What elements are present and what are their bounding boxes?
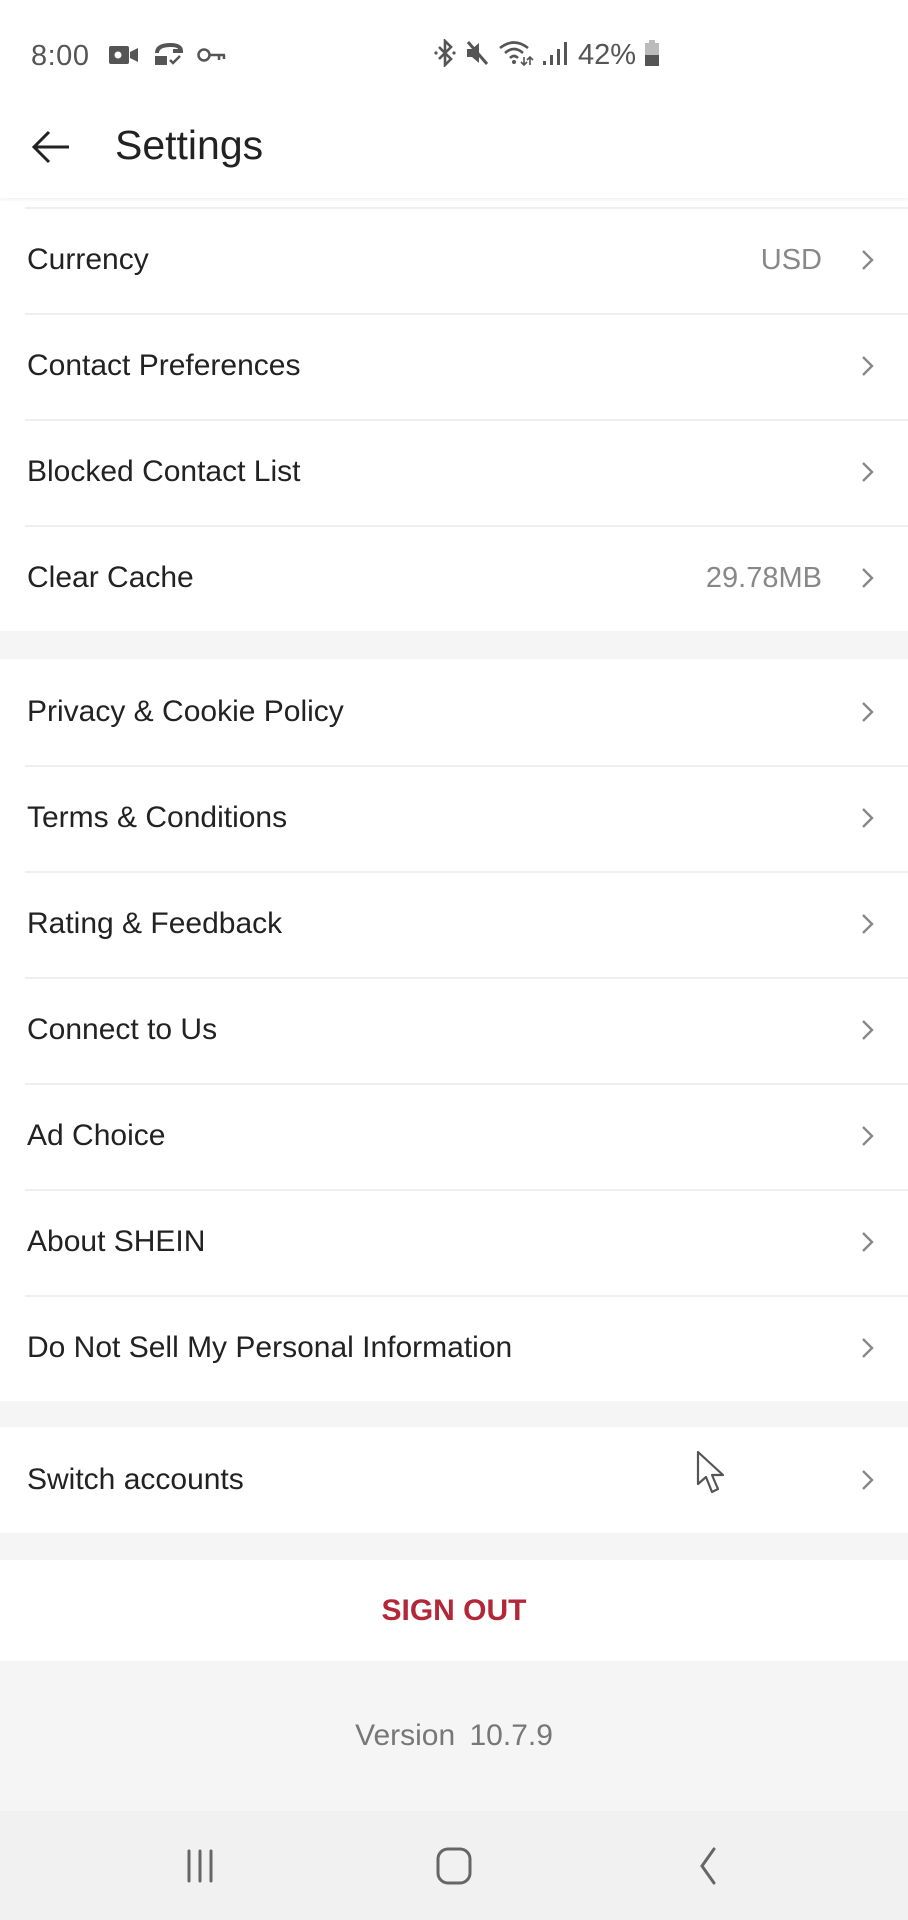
sign-out-label: SIGN OUT	[381, 1593, 527, 1627]
settings-row-about-shein[interactable]: About SHEIN	[0, 1189, 908, 1295]
settings-list: Currency USD Contact Preferences Blocked…	[0, 207, 908, 1811]
settings-row-privacy-cookie-policy[interactable]: Privacy & Cookie Policy	[0, 659, 908, 765]
divider	[25, 871, 908, 873]
settings-row-contact-preferences[interactable]: Contact Preferences	[0, 313, 908, 419]
row-label: About SHEIN	[27, 1225, 206, 1258]
divider	[25, 313, 908, 315]
section-info: Privacy & Cookie Policy Terms & Conditio…	[0, 659, 908, 1401]
sync-check-icon	[153, 43, 185, 66]
row-label: Clear Cache	[27, 561, 194, 594]
divider	[25, 977, 908, 979]
chevron-right-icon	[858, 911, 878, 937]
divider	[25, 1189, 908, 1191]
version-area: Version 10.7.9	[0, 1661, 908, 1811]
status-time: 8:00	[31, 40, 90, 72]
recent-apps-icon	[187, 1849, 213, 1883]
chevron-right-icon	[858, 1229, 878, 1255]
system-back-button[interactable]	[678, 1841, 738, 1891]
back-button[interactable]	[28, 127, 74, 167]
chevron-right-icon	[858, 1017, 878, 1043]
row-label: Terms & Conditions	[27, 801, 288, 834]
home-icon	[436, 1847, 472, 1885]
settings-row-clear-cache[interactable]: Clear Cache 29.78MB	[0, 525, 908, 631]
bluetooth-icon	[434, 37, 456, 72]
chevron-right-icon	[858, 459, 878, 485]
app-toolbar: Settings	[0, 95, 908, 198]
cache-size-value: 29.78MB	[705, 561, 822, 594]
currency-value: USD	[760, 243, 822, 276]
divider	[25, 525, 908, 527]
divider	[25, 419, 908, 421]
signal-icon	[542, 39, 570, 72]
system-nav-bar	[0, 1811, 908, 1920]
settings-row-ad-choice[interactable]: Ad Choice	[0, 1083, 908, 1189]
row-label: Privacy & Cookie Policy	[27, 695, 344, 728]
settings-row-connect-to-us[interactable]: Connect to Us	[0, 977, 908, 1083]
settings-row-switch-accounts[interactable]: Switch accounts	[0, 1427, 908, 1533]
sign-out-button[interactable]: SIGN OUT	[0, 1560, 908, 1661]
chevron-right-icon	[858, 699, 878, 725]
page-title: Settings	[115, 122, 264, 168]
row-label: Rating & Feedback	[27, 907, 283, 940]
key-icon	[197, 44, 227, 66]
settings-row-terms-conditions[interactable]: Terms & Conditions	[0, 765, 908, 871]
back-icon	[700, 1847, 716, 1885]
chevron-right-icon	[858, 1123, 878, 1149]
row-label: Ad Choice	[27, 1119, 166, 1152]
section-separator	[0, 1533, 908, 1560]
settings-row-blocked-contact-list[interactable]: Blocked Contact List	[0, 419, 908, 525]
row-label: Connect to Us	[27, 1013, 218, 1046]
chevron-right-icon	[858, 565, 878, 591]
row-label: Switch accounts	[27, 1463, 244, 1496]
home-button[interactable]	[424, 1841, 484, 1891]
section-separator	[0, 631, 908, 659]
row-label: Blocked Contact List	[27, 455, 301, 488]
battery-percent: 42%	[578, 38, 637, 71]
row-label: Currency	[27, 243, 149, 276]
chevron-right-icon	[858, 1467, 878, 1493]
divider	[25, 1083, 908, 1085]
status-bar: 8:00 42%	[0, 0, 908, 95]
chevron-right-icon	[858, 247, 878, 273]
chevron-right-icon	[858, 353, 878, 379]
wifi-icon	[498, 39, 534, 72]
video-camera-icon	[108, 44, 140, 66]
row-label: Do Not Sell My Personal Information	[27, 1331, 513, 1364]
section-preferences: Currency USD Contact Preferences Blocked…	[0, 207, 908, 631]
divider	[25, 207, 908, 209]
settings-row-currency[interactable]: Currency USD	[0, 207, 908, 313]
row-label: Contact Preferences	[27, 349, 301, 382]
chevron-right-icon	[858, 1335, 878, 1361]
chevron-right-icon	[858, 805, 878, 831]
mute-icon	[464, 39, 490, 72]
settings-row-rating-feedback[interactable]: Rating & Feedback	[0, 871, 908, 977]
divider	[25, 765, 908, 767]
section-account: Switch accounts	[0, 1427, 908, 1533]
status-right-group: 42%	[434, 37, 660, 72]
arrow-left-icon	[31, 130, 69, 164]
section-separator	[0, 1401, 908, 1427]
settings-row-do-not-sell[interactable]: Do Not Sell My Personal Information	[0, 1295, 908, 1401]
recent-apps-button[interactable]	[170, 1841, 230, 1891]
battery-icon	[644, 39, 660, 72]
version-text: Version 10.7.9	[355, 1719, 553, 1752]
divider	[25, 1295, 908, 1297]
